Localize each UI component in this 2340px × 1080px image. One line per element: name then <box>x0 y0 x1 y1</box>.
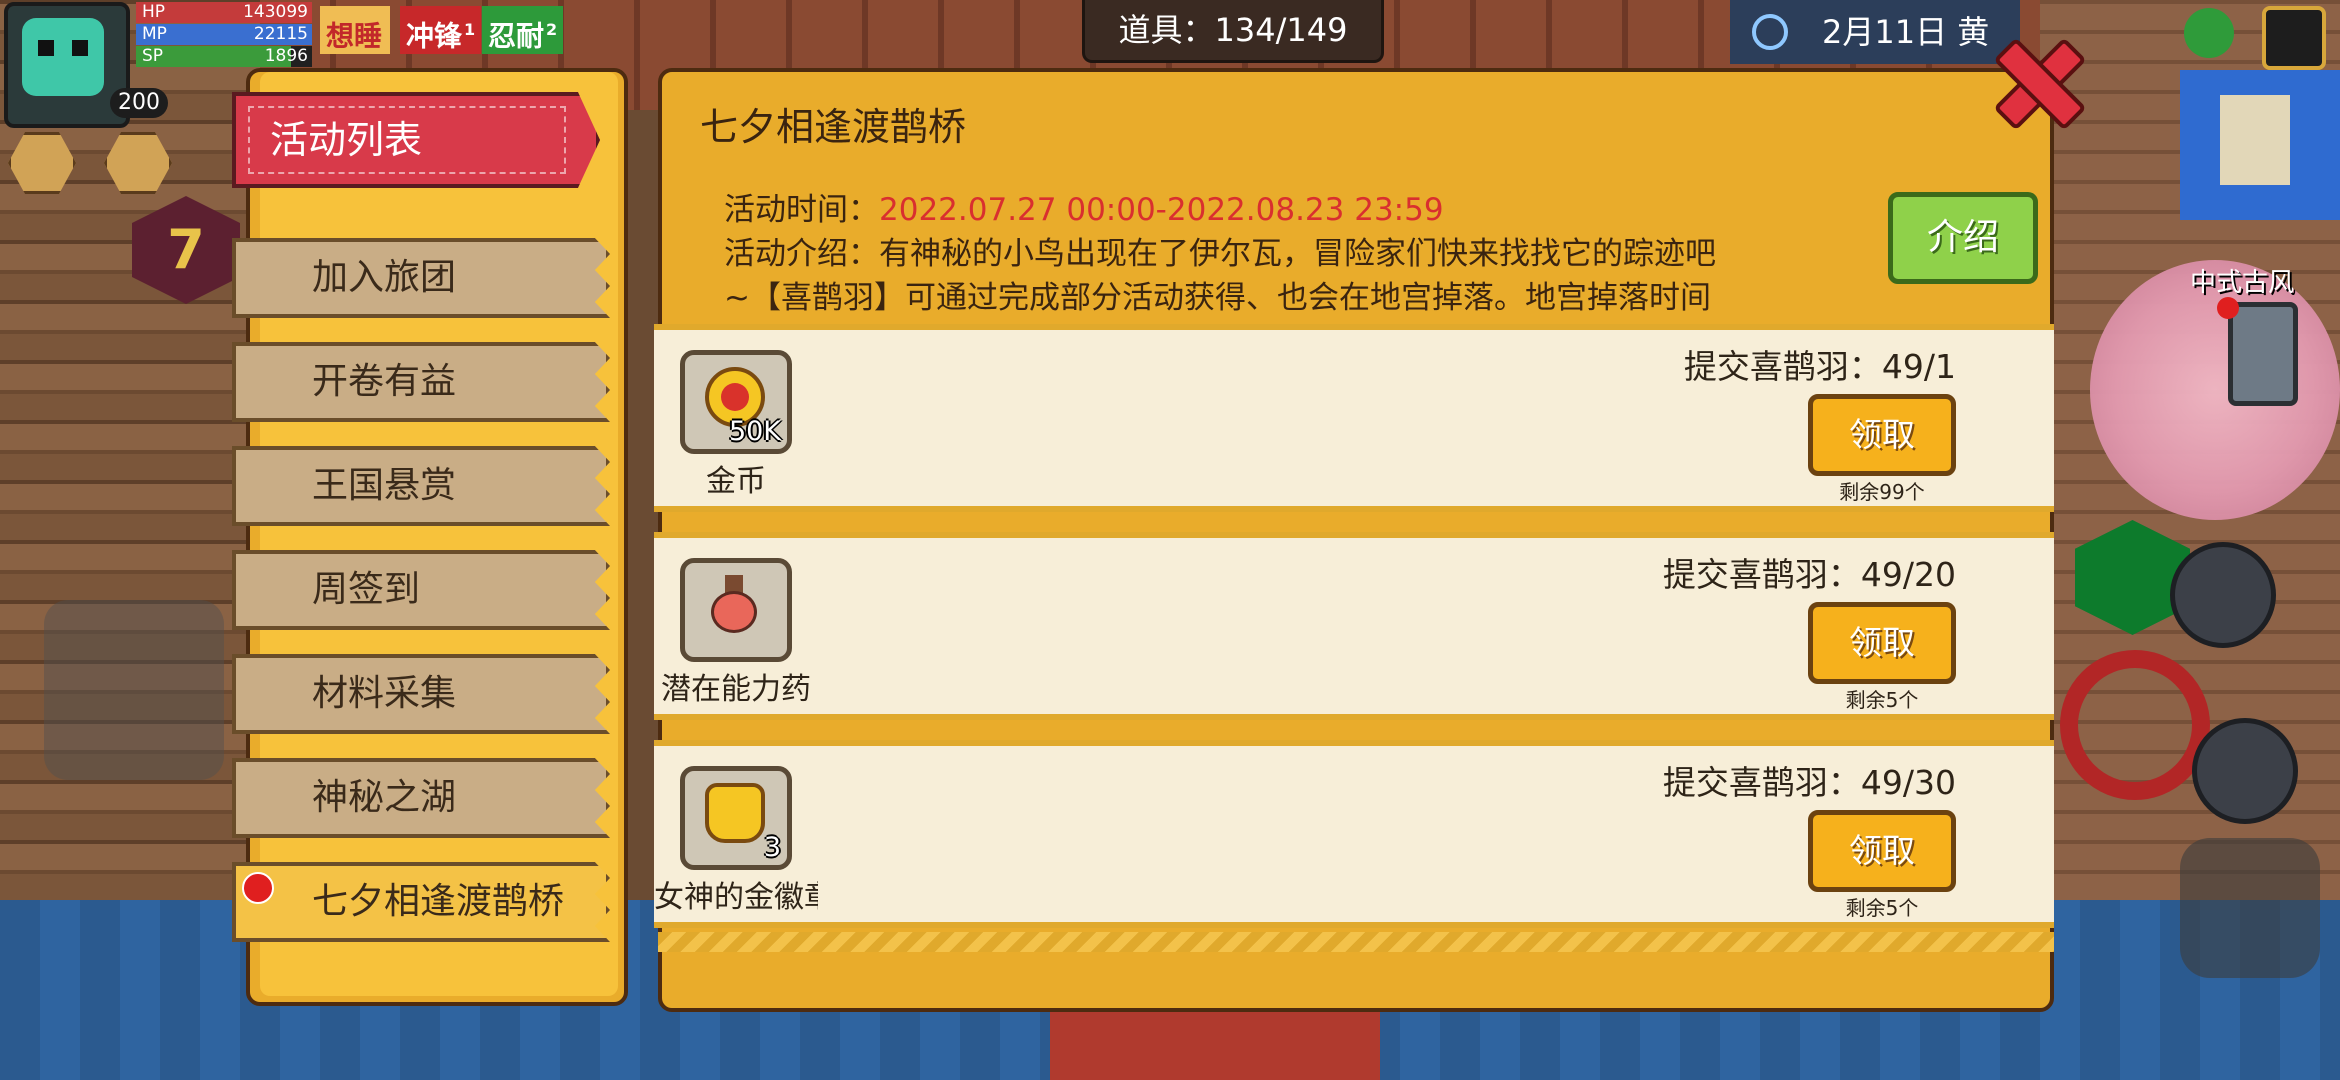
activity-list-header: 活动列表 <box>232 92 600 188</box>
buff-sleepy[interactable]: 想睡 <box>320 6 391 54</box>
tab-mystic-lake[interactable]: 神秘之湖 <box>232 758 610 838</box>
expand-icon[interactable] <box>2262 6 2326 70</box>
tab-material-gathering[interactable]: 材料采集 <box>232 654 610 734</box>
reward-row: 3 女神的金徽章 提交喜鹊羽：49/30 领取 剩余5个 <box>654 740 2054 928</box>
requirement-text: 提交喜鹊羽：49/1 <box>1683 347 1956 386</box>
event-desc-line2: ~【喜鹊羽】可通过完成部分活动获得、也会在地宫掉落。地宫掉落时间 <box>724 280 1711 316</box>
reward-item-slot[interactable] <box>680 558 792 662</box>
tornado-skill-icon[interactable] <box>2170 542 2276 648</box>
item-quantity: 50K <box>728 416 781 447</box>
claim-button[interactable]: 领取 <box>1808 602 1956 684</box>
remaining-count: 剩余99个 <box>1839 480 1925 504</box>
mp-value: 22115 <box>253 24 308 44</box>
sp-label: SP <box>142 46 164 66</box>
decorative-strip <box>658 932 2054 952</box>
map-name: 中式古风 <box>2190 268 2295 298</box>
claim-button[interactable]: 领取 <box>1808 394 1956 476</box>
buff-charge[interactable]: 冲锋 1 <box>400 6 482 54</box>
item-name: 女神的金徽章 <box>654 880 818 915</box>
event-desc-line1: 活动介绍：有神秘的小鸟出现在了伊尔瓦，冒险家们快来找找它的踪迹吧 <box>724 236 1716 272</box>
remaining-count: 剩余5个 <box>1845 896 1919 920</box>
remaining-count: 剩余5个 <box>1845 688 1919 712</box>
hp-value: 143099 <box>243 2 308 22</box>
hp-bar: HP 143099 <box>136 2 312 23</box>
mp-bar: MP 22115 <box>136 24 312 45</box>
event-time-value: 2022.07.27 00:00-2022.08.23 23:59 <box>879 192 1444 228</box>
tab-qixi-event[interactable]: 七夕相逢渡鹊桥 <box>232 862 610 942</box>
items-count[interactable]: 道具：134/149 <box>1082 0 1384 63</box>
potion-icon <box>705 575 765 635</box>
tab-join-troupe[interactable]: 加入旅团 <box>232 238 610 318</box>
gold-badge-icon <box>705 783 765 843</box>
item-name: 潜在能力药 <box>661 672 811 707</box>
notification-dot <box>242 872 274 904</box>
sp-value: 1896 <box>264 46 308 66</box>
reward-item-slot[interactable]: 3 <box>680 766 792 870</box>
item-name: 金币 <box>706 464 766 499</box>
requirement-text: 提交喜鹊羽：49/20 <box>1662 555 1956 594</box>
hp-label: HP <box>142 2 166 22</box>
intro-button[interactable]: 介绍 <box>1888 192 2038 284</box>
horse-icon[interactable] <box>2192 718 2298 824</box>
sun-icon <box>1752 14 1788 50</box>
date-display: 2月11日 黄昏 <box>1730 0 2020 115</box>
close-icon[interactable] <box>1992 36 2080 124</box>
tab-weekly-checkin[interactable]: 周签到 <box>232 550 610 630</box>
globe-icon[interactable] <box>2184 8 2234 58</box>
event-title: 七夕相逢渡鹊桥 <box>700 105 967 149</box>
reward-row: 50K 金币 提交喜鹊羽：49/1 领取 剩余99个 <box>654 324 2054 512</box>
bow-icon[interactable] <box>2180 838 2320 978</box>
buff-endure[interactable]: 忍耐 2 <box>482 6 564 54</box>
tab-kingdom-bounty[interactable]: 王国悬赏 <box>232 446 610 526</box>
notification-dot <box>2217 297 2239 319</box>
claim-button[interactable]: 领取 <box>1808 810 1956 892</box>
dpad[interactable] <box>44 600 224 780</box>
requirement-text: 提交喜鹊羽：49/30 <box>1662 763 1956 802</box>
phone-icon[interactable] <box>2217 297 2298 406</box>
mp-label: MP <box>142 24 167 44</box>
event-time: 活动时间：2022.07.27 00:00-2022.08.23 23:59 <box>724 192 1444 228</box>
reward-row: 潜在能力药 提交喜鹊羽：49/20 领取 剩余5个 <box>654 532 2054 720</box>
item-quantity: 3 <box>763 832 781 863</box>
reward-item-slot[interactable]: 50K <box>680 350 792 454</box>
tab-reading[interactable]: 开卷有益 <box>232 342 610 422</box>
player-level: 200 <box>110 88 168 118</box>
sp-bar: SP 1896 <box>136 46 312 67</box>
